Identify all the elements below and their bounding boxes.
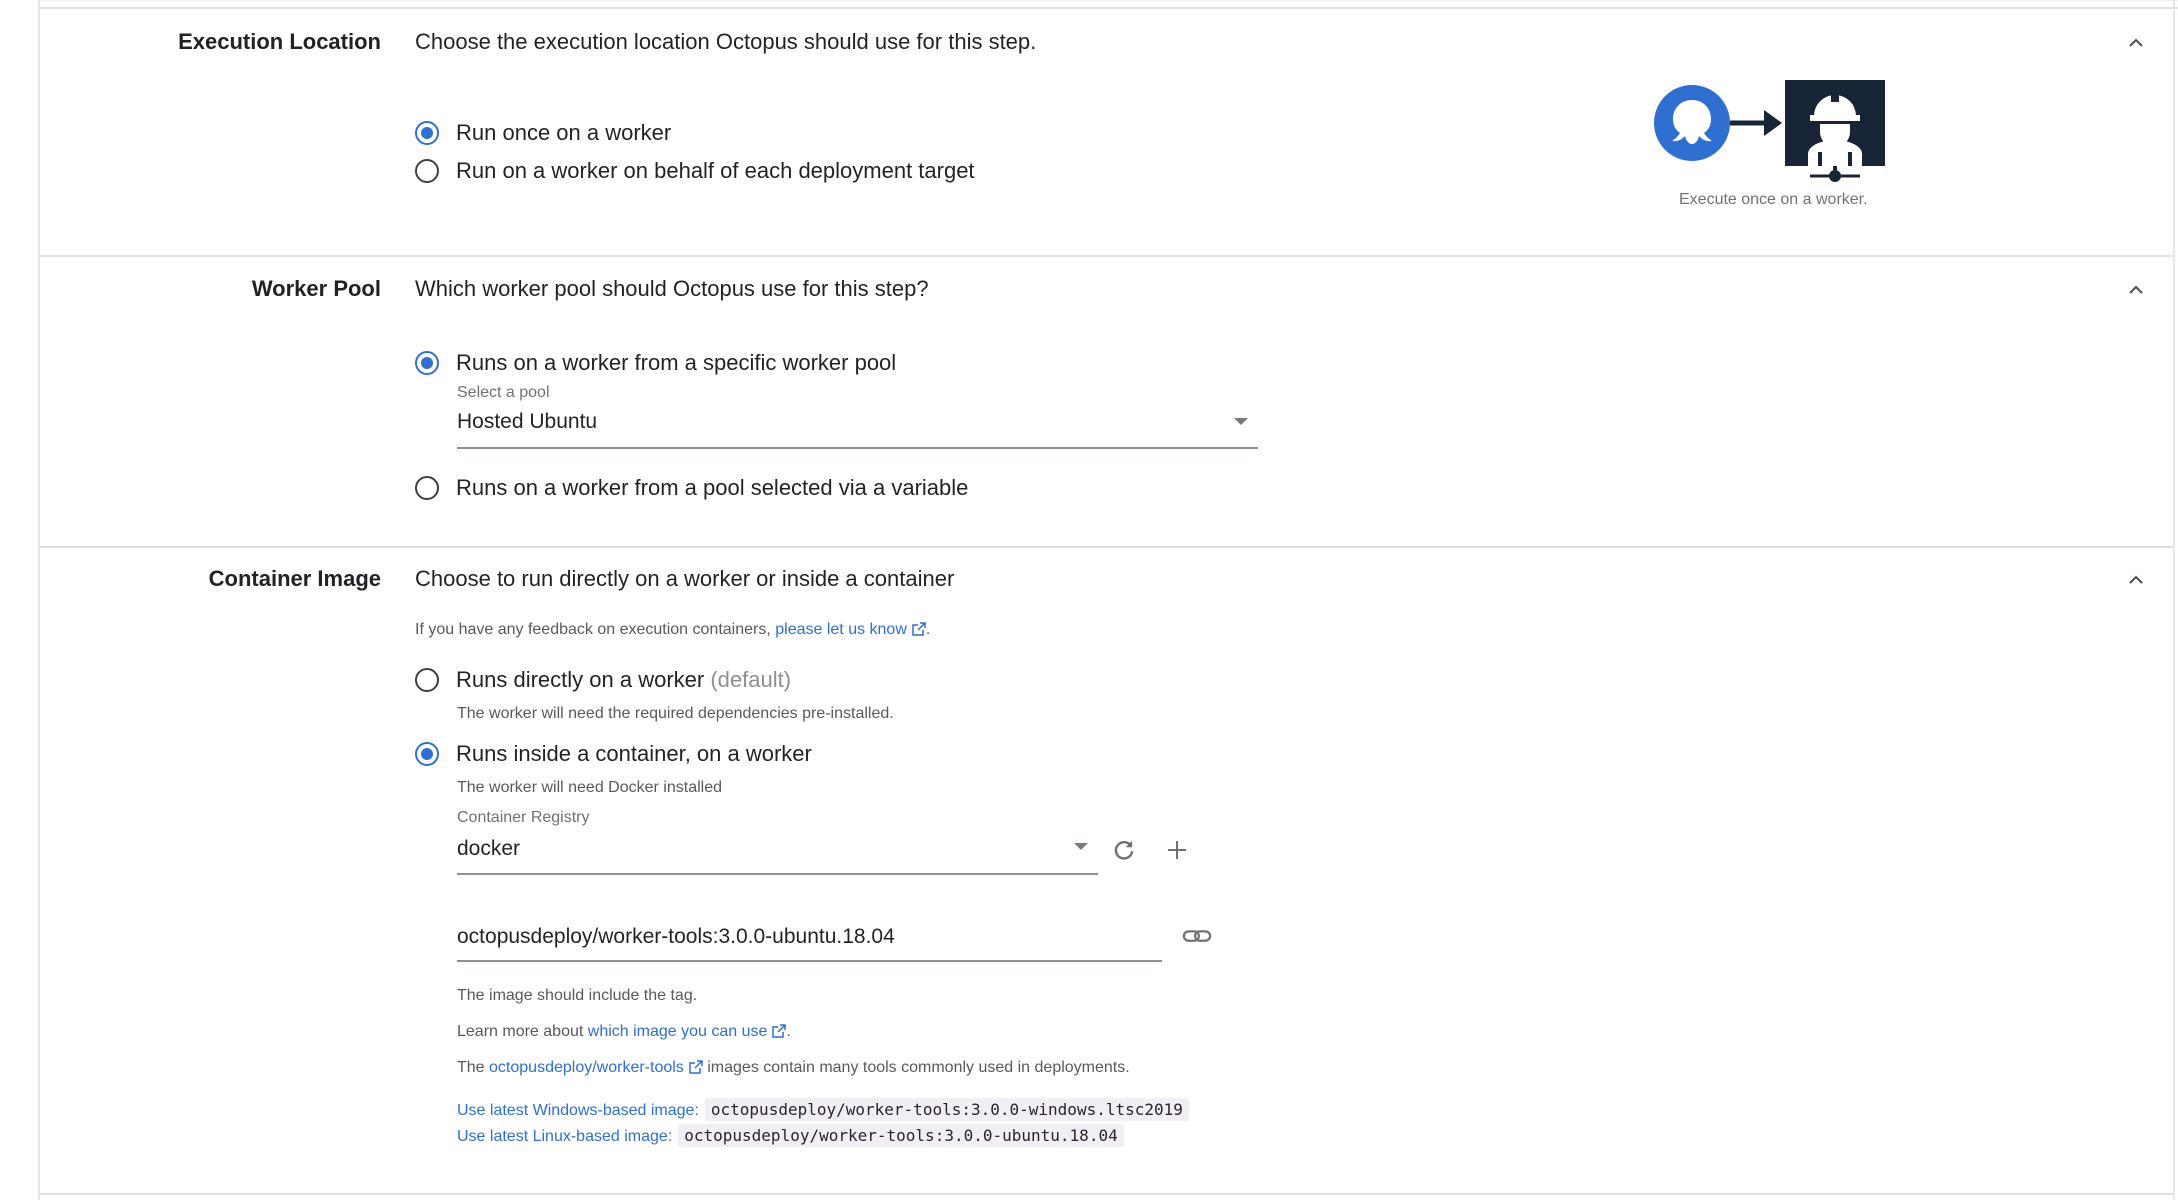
radio-button-selected[interactable] [415,351,439,375]
dropdown-caret-icon [1234,418,1248,425]
radio-label: Runs inside a container, on a worker [456,741,812,766]
container-registry-select[interactable]: docker [457,829,1098,875]
windows-image-code: octopusdeploy/worker-tools:3.0.0-windows… [704,1098,1189,1121]
feedback-link[interactable]: please let us know [775,621,926,638]
learn-more-text: Learn more about [457,1023,584,1040]
container-image-input[interactable]: octopusdeploy/worker-tools:3.0.0-ubuntu.… [457,917,1162,963]
section-divider [40,1193,2173,1195]
image-input-underline [457,960,1162,962]
section-title-execution-location: Execution Location [178,29,381,54]
plus-icon [1168,841,1186,859]
use-latest-linux-image-link[interactable]: Use latest Linux-based image: [457,1128,672,1145]
dropdown-caret-icon [1074,843,1088,850]
page-right-border [2173,0,2175,1200]
registry-select-underline [457,873,1098,875]
worker-tools-link[interactable]: octopusdeploy/worker-tools [489,1059,703,1076]
radio-label-text: Runs directly on a worker [456,667,705,692]
section-title-container-image: Container Image [208,566,381,591]
radio-pool-via-variable[interactable]: Runs on a worker from a pool selected vi… [415,475,968,501]
registry-select-value: docker [457,837,521,860]
worker-illustration-icon [1654,80,1885,182]
section-divider [40,546,2173,548]
chevron-up-icon[interactable] [2124,568,2148,592]
radio-run-on-behalf-of-each-target[interactable]: Run on a worker on behalf of each deploy… [415,158,975,184]
radio-label: Run on a worker on behalf of each deploy… [456,158,975,183]
add-registry-button[interactable] [1162,835,1192,865]
linux-image-code: octopusdeploy/worker-tools:3.0.0-ubuntu.… [678,1124,1124,1147]
illustration-caption: Execute once on a worker. [1679,191,1868,208]
latest-windows-image-row: Use latest Windows-based image: octopusde… [457,1098,1189,1121]
radio-specific-worker-pool[interactable]: Runs on a worker from a specific worker … [415,350,896,376]
worker-tools-suffix: images contain many tools commonly used … [707,1059,1130,1076]
learn-more-note: Learn more about which image you can use… [457,1023,791,1041]
page-top-divider [40,7,2178,9]
external-link-icon [772,1024,787,1038]
chevron-up-icon[interactable] [2124,278,2148,302]
feedback-note: If you have any feedback on execution co… [415,621,930,639]
worker-tools-prefix: The [457,1059,485,1076]
learn-more-link[interactable]: which image you can use [588,1023,787,1040]
refresh-registries-button[interactable] [1109,835,1139,865]
radio-button-selected[interactable] [415,742,439,766]
radio-label: Run once on a worker [456,120,672,145]
radio-run-once-on-worker[interactable]: Run once on a worker [415,120,671,146]
radio-button[interactable] [415,668,439,692]
section-description: Choose the execution location Octopus sh… [415,29,1037,54]
image-input-value: octopusdeploy/worker-tools:3.0.0-ubuntu.… [457,925,895,948]
learn-more-link-label: which image you can use [587,1023,768,1040]
radio-label: Runs directly on a worker (default) [456,667,791,693]
section-description: Choose to run directly on a worker or in… [415,566,955,591]
learn-more-suffix: . [786,1023,791,1040]
use-latest-windows-image-link[interactable]: Use latest Windows-based image: [457,1102,699,1119]
radio-button[interactable] [415,476,439,500]
section-title-worker-pool: Worker Pool [251,276,381,301]
feedback-link-label: please let us know [775,621,907,638]
pool-field-label: Select a pool [457,384,550,401]
pool-select-value: Hosted Ubuntu [457,410,598,433]
worker-tools-link-label: octopusdeploy/worker-tools [489,1059,684,1076]
radio-button[interactable] [415,159,439,183]
radio-label: Runs on a worker from a specific worker … [456,350,897,375]
default-tag: (default) [710,667,792,692]
section-description: Which worker pool should Octopus use for… [415,276,929,301]
image-tag-hint: The image should include the tag. [457,987,698,1004]
refresh-icon [1114,840,1134,860]
page-left-border [38,0,40,1200]
external-link-icon [912,622,926,636]
external-link-icon [689,1060,703,1074]
radio-runs-directly-on-worker[interactable]: Runs directly on a worker (default) [415,667,791,693]
pool-select-underline [457,447,1258,449]
latest-linux-image-row: Use latest Linux-based image: octopusdepl… [457,1124,1124,1147]
radio-label: Runs on a worker from a pool selected vi… [456,475,969,500]
worker-tools-note: The octopusdeploy/worker-tools images co… [457,1059,1130,1077]
feedback-suffix: . [925,621,931,638]
radio-runs-inside-container[interactable]: Runs inside a container, on a worker [415,741,812,767]
bind-variable-button[interactable] [1182,921,1212,951]
radio-button-selected[interactable] [415,121,439,145]
container-option-hint: The worker will need Docker installed [457,779,722,796]
section-divider [40,255,2173,257]
feedback-text: If you have any feedback on execution co… [415,621,771,638]
chevron-up-icon[interactable] [2124,31,2148,55]
pool-select[interactable]: Hosted Ubuntu [457,404,1258,450]
link-icon [1182,930,1212,942]
page-top-edge [40,0,2178,1]
direct-option-hint: The worker will need the required depend… [457,705,894,722]
registry-field-label: Container Registry [457,809,590,826]
